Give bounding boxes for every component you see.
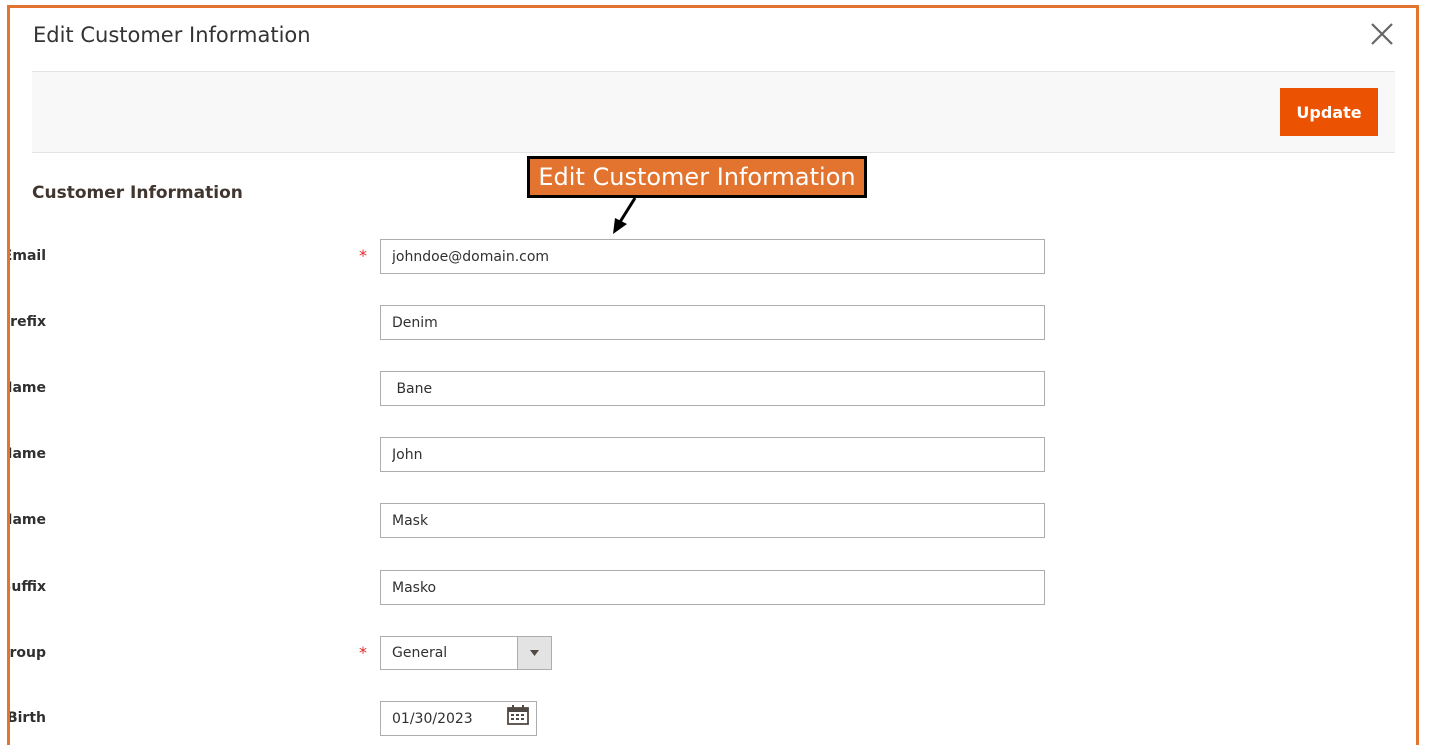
middle-name-label: Middle Name [10, 446, 46, 462]
name-prefix-input[interactable] [380, 305, 1045, 340]
name-suffix-label: Name Suffix [10, 579, 46, 595]
last-name-label: Last Name [10, 512, 46, 528]
select-toggle[interactable] [517, 637, 551, 669]
customer-email-input[interactable] [380, 239, 1045, 274]
customer-group-value: General [392, 645, 448, 661]
required-marker: * [359, 246, 367, 265]
page-actions-bar: Update [32, 71, 1395, 153]
name-prefix-label: Name Prefix [10, 314, 46, 330]
arrow-icon [613, 197, 637, 234]
field-date-of-birth: Date of Birth [10, 701, 1110, 737]
field-customer-email: Customer Email * [10, 239, 1110, 275]
field-customer-group: Customer Group * General [10, 636, 1110, 672]
update-button[interactable]: Update [1280, 88, 1378, 136]
name-suffix-input[interactable] [380, 570, 1045, 605]
chevron-down-icon [530, 650, 539, 656]
last-name-input[interactable] [380, 503, 1045, 538]
required-marker: * [359, 643, 367, 662]
close-button[interactable] [1368, 20, 1396, 48]
customer-group-label: Customer Group [9, 645, 46, 661]
date-of-birth-label: Date of Birth [7, 710, 46, 726]
calendar-icon[interactable] [507, 705, 529, 725]
field-name-suffix: Name Suffix [10, 570, 1110, 606]
customer-group-select[interactable]: General [380, 636, 552, 670]
field-last-name: Last Name [10, 503, 1110, 539]
field-first-name: First Name [10, 371, 1110, 407]
annotation-callout: Edit Customer Information [527, 156, 867, 198]
modal-title: Edit Customer Information [33, 23, 311, 47]
middle-name-input[interactable] [380, 437, 1045, 472]
field-middle-name: Middle Name [10, 437, 1110, 473]
first-name-input[interactable] [380, 371, 1045, 406]
first-name-label: First Name [10, 380, 46, 396]
edit-customer-modal: Edit Customer Information Update Custome… [7, 5, 1419, 745]
close-icon [1371, 23, 1393, 45]
customer-email-label: Customer Email [7, 248, 46, 264]
field-name-prefix: Name Prefix [10, 305, 1110, 341]
section-title: Customer Information [32, 183, 243, 203]
